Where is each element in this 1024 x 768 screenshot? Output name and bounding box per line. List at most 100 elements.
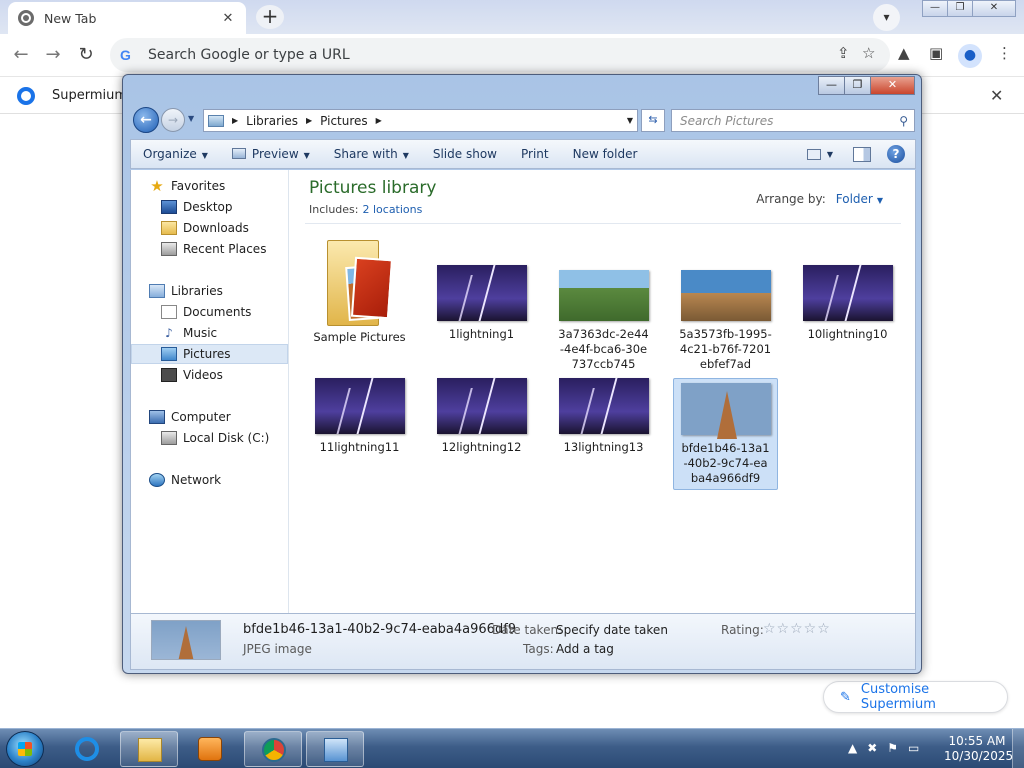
explorer-window-controls: — ❐ ✕ [818, 76, 915, 95]
address-dropdown-icon[interactable]: ▼ [627, 116, 633, 125]
omnibox-placeholder: Search Google or type a URL [148, 47, 350, 63]
refresh-icon[interactable]: ⇆ [641, 109, 665, 132]
arrange-dropdown-icon[interactable]: ▼ [877, 196, 883, 205]
infobar-close-icon[interactable]: ✕ [990, 86, 1003, 105]
tab-search-icon[interactable]: ▾ [873, 4, 900, 31]
file-item[interactable]: 5a3573fb-1995-4c21-b76f-7201ebfef7ad [673, 266, 778, 372]
breadcrumb-separator-icon[interactable]: ▶ [376, 116, 382, 125]
change-view-icon[interactable] [806, 148, 821, 160]
nav-desktop[interactable]: Desktop [131, 197, 288, 217]
share-with-button[interactable]: Share with ▼ [322, 147, 421, 161]
file-item-selected[interactable]: bfde1b46-13a1-40b2-9c74-eaba4a966df9 [673, 378, 778, 490]
file-item[interactable]: 12lightning12 [429, 374, 534, 455]
computer-icon [149, 410, 165, 424]
organize-button[interactable]: Organize ▼ [131, 147, 220, 161]
file-item[interactable]: 1lightning1 [429, 261, 534, 342]
address-field[interactable]: ▶ Libraries ▶ Pictures ▶ ▼ [203, 109, 638, 132]
show-desktop-button[interactable] [1012, 729, 1024, 768]
forward-arrow-icon[interactable]: → [40, 43, 66, 67]
nav-downloads[interactable]: Downloads [131, 218, 288, 238]
rating-label: Rating: [721, 623, 764, 637]
nav-documents[interactable]: Documents [131, 302, 288, 322]
clock[interactable]: 10:55 AM 10/30/2025 [944, 734, 1013, 764]
taskbar-browser[interactable] [244, 731, 302, 767]
share-icon[interactable]: ⇪ [837, 44, 850, 62]
breadcrumb-pictures[interactable]: Pictures [320, 114, 368, 128]
explorer-body: ★ Favorites Desktop Downloads Recent Plac… [130, 170, 916, 613]
network-icon [149, 473, 165, 487]
omnibox[interactable]: G Search Google or type a URL [110, 38, 890, 72]
google-icon: G [120, 47, 131, 63]
new-folder-button[interactable]: New folder [561, 147, 650, 161]
side-panel-icon[interactable]: ▣ [929, 44, 943, 62]
nav-recent-places[interactable]: Recent Places [131, 239, 288, 259]
nav-local-disk[interactable]: Local Disk (C:) [131, 428, 288, 448]
explorer-maximize-button[interactable]: ❐ [844, 76, 871, 95]
library-locations-link[interactable]: 2 locations [362, 203, 422, 216]
taskbar-media-player[interactable] [181, 731, 239, 767]
nav-music[interactable]: ♪ Music [131, 323, 288, 343]
breadcrumb-separator-icon[interactable]: ▶ [232, 116, 238, 125]
taskbar-explorer[interactable] [120, 731, 178, 767]
nav-favorites[interactable]: ★ Favorites [131, 176, 288, 196]
nav-computer[interactable]: Computer [131, 407, 288, 427]
preview-pane-icon[interactable] [853, 146, 871, 162]
profile-avatar-icon[interactable]: ● [958, 44, 982, 68]
browser-tab[interactable]: New Tab ✕ [8, 2, 246, 34]
taskbar-control-panel[interactable] [306, 731, 364, 767]
nav-network[interactable]: Network [131, 470, 288, 490]
explorer-back-button[interactable]: ← [133, 107, 159, 133]
customise-button[interactable]: ✎ Customise Supermium [823, 681, 1008, 713]
back-arrow-icon[interactable]: ← [8, 43, 34, 67]
preview-button[interactable]: Preview ▼ [220, 147, 322, 161]
date-taken-value[interactable]: Specify date taken [556, 623, 668, 637]
browser-icon [262, 738, 286, 762]
supermium-logo-icon [17, 87, 35, 105]
system-tray: ▲✖⚑▭ 10:55 AM 10/30/2025 [834, 729, 1024, 768]
explorer-forward-button[interactable]: → [161, 108, 185, 132]
image-thumbnail [558, 270, 649, 321]
close-button[interactable]: ✕ [972, 0, 1016, 17]
library-includes: Includes: 2 locations [309, 203, 423, 216]
breadcrumb-separator-icon[interactable]: ▶ [306, 116, 312, 125]
navigation-pane: ★ Favorites Desktop Downloads Recent Plac… [131, 170, 289, 613]
tags-value[interactable]: Add a tag [556, 642, 614, 656]
arrange-by-dropdown[interactable]: Folder [836, 192, 873, 206]
breadcrumb-libraries[interactable]: Libraries [246, 114, 298, 128]
lightning-thumbnail [314, 378, 405, 434]
search-pictures-input[interactable]: Search Pictures ⚲ [671, 109, 915, 132]
recent-pages-dropdown-icon[interactable]: ▼ [188, 114, 194, 123]
tab-close-icon[interactable]: ✕ [220, 11, 236, 26]
file-item[interactable]: 10lightning10 [795, 261, 900, 342]
bookmark-star-icon[interactable]: ☆ [862, 44, 875, 62]
print-button[interactable]: Print [509, 147, 561, 161]
menu-dots-icon[interactable]: ⋮ [997, 44, 1012, 62]
new-tab-button[interactable]: + [256, 5, 284, 29]
file-item[interactable]: 3a7363dc-2e44-4e4f-bca6-30e737ccb745 [551, 266, 656, 372]
extensions-icon[interactable]: ▲ [898, 44, 910, 62]
music-icon: ♪ [165, 326, 173, 340]
help-icon[interactable]: ? [887, 145, 905, 163]
internet-explorer-icon [75, 737, 99, 761]
start-button[interactable] [6, 731, 44, 767]
reload-icon[interactable]: ↻ [73, 43, 99, 67]
rating-stars[interactable]: ☆☆☆☆☆ [763, 621, 831, 637]
file-item[interactable]: 11lightning11 [307, 374, 412, 455]
local-disk-icon [161, 431, 177, 445]
search-icon[interactable]: ⚲ [899, 114, 908, 128]
date-taken-label: Date taken: [492, 623, 563, 637]
explorer-close-button[interactable]: ✕ [870, 76, 915, 95]
nav-videos[interactable]: Videos [131, 365, 288, 385]
nav-pictures[interactable]: Pictures [131, 344, 288, 364]
maximize-button[interactable]: ❐ [947, 0, 973, 17]
recent-places-icon [161, 242, 177, 256]
taskbar-internet-explorer[interactable] [58, 731, 116, 767]
slide-show-button[interactable]: Slide show [421, 147, 509, 161]
file-item[interactable]: 13lightning13 [551, 374, 656, 455]
tray-icons[interactable]: ▲✖⚑▭ [848, 741, 929, 755]
nav-libraries[interactable]: Libraries [131, 281, 288, 301]
view-dropdown-icon[interactable]: ▼ [827, 150, 833, 159]
minimize-button[interactable]: — [922, 0, 948, 17]
file-item[interactable]: Sample Pictures [307, 230, 412, 345]
explorer-minimize-button[interactable]: — [818, 76, 845, 95]
